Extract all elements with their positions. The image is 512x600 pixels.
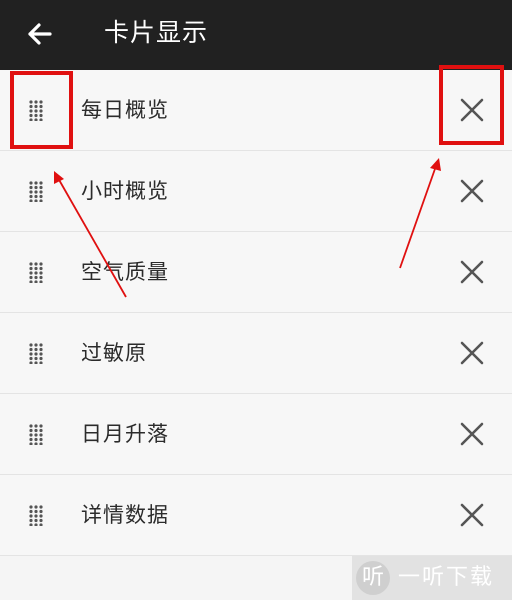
close-icon: [460, 98, 484, 122]
app-bar: 卡片显示: [0, 0, 512, 70]
card-row: 空气质量: [0, 232, 512, 313]
drag-handle-icon: [29, 100, 43, 122]
remove-card-button[interactable]: [452, 333, 492, 373]
remove-card-button[interactable]: [452, 171, 492, 211]
drag-handle-icon: [29, 343, 43, 365]
page-title: 卡片显示: [104, 18, 209, 47]
card-label: 详情数据: [81, 503, 169, 527]
close-icon: [460, 503, 484, 527]
back-button[interactable]: [18, 12, 62, 56]
card-row: 日月升落: [0, 394, 512, 475]
remove-card-button[interactable]: [452, 495, 492, 535]
card-row: 小时概览: [0, 151, 512, 232]
close-icon: [460, 260, 484, 284]
watermark: 听 一听下载: [352, 556, 512, 600]
remove-card-button[interactable]: [452, 90, 492, 130]
drag-handle-icon: [29, 505, 43, 527]
card-row: 详情数据: [0, 475, 512, 556]
watermark-text: 一听下载: [398, 565, 495, 590]
drag-handle[interactable]: [28, 423, 50, 446]
card-row: 每日概览: [0, 70, 512, 151]
drag-handle-icon: [29, 181, 43, 203]
drag-handle[interactable]: [28, 261, 50, 284]
drag-handle[interactable]: [28, 180, 50, 203]
close-icon: [460, 422, 484, 446]
drag-handle[interactable]: [28, 99, 50, 122]
card-label: 日月升落: [81, 422, 169, 446]
card-row: 过敏原: [0, 313, 512, 394]
card-label: 小时概览: [81, 179, 169, 203]
watermark-logo: 听: [356, 561, 390, 595]
card-label: 每日概览: [81, 98, 169, 122]
card-label: 空气质量: [81, 260, 169, 284]
arrow-left-icon: [28, 23, 52, 45]
drag-handle-icon: [29, 424, 43, 446]
drag-handle[interactable]: [28, 504, 50, 527]
drag-handle-icon: [29, 262, 43, 284]
remove-card-button[interactable]: [452, 252, 492, 292]
remove-card-button[interactable]: [452, 414, 492, 454]
drag-handle[interactable]: [28, 342, 50, 365]
card-list: 每日概览 小时概览 空气质量 过敏原 日月升落 详情数据: [0, 70, 512, 556]
close-icon: [460, 341, 484, 365]
close-icon: [460, 179, 484, 203]
card-label: 过敏原: [81, 341, 147, 365]
